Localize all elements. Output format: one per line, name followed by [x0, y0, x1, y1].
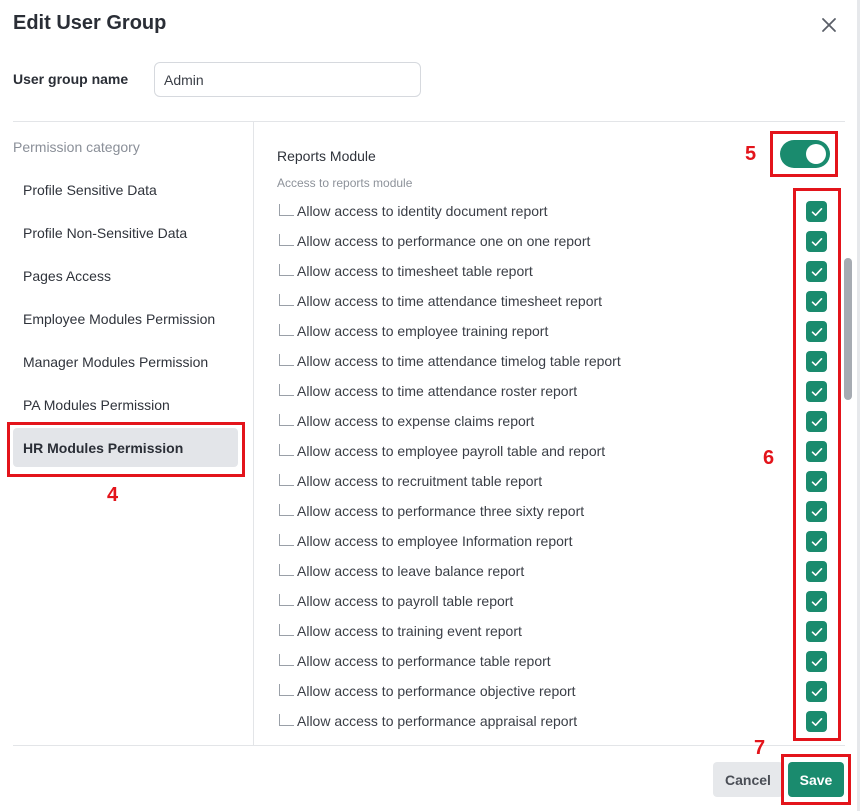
tree-connector-icon — [277, 684, 297, 698]
permission-label: Allow access to expense claims report — [297, 413, 535, 429]
permission-label: Allow access to leave balance report — [297, 563, 525, 579]
tree-connector-icon — [277, 444, 297, 458]
tree-connector-icon — [277, 504, 297, 518]
cancel-button[interactable]: Cancel — [713, 762, 783, 797]
permission-row: Allow access to performance one on one r… — [277, 226, 837, 256]
annotation-number-5: 5 — [745, 143, 757, 165]
tree-connector-icon — [277, 234, 297, 248]
permission-row: Allow access to performance table report — [277, 646, 837, 676]
permission-label: Allow access to performance table report — [297, 653, 551, 669]
category-pa-modules-permission[interactable]: PA Modules Permission — [13, 385, 238, 424]
annotation-number-7: 7 — [754, 737, 766, 759]
annotation-number-4: 4 — [107, 484, 119, 506]
permission-row: Allow access to leave balance report — [277, 556, 837, 586]
tree-connector-icon — [277, 264, 297, 278]
module-title: Reports Module — [277, 148, 376, 164]
tree-connector-icon — [277, 414, 297, 428]
tree-connector-icon — [277, 714, 297, 728]
user-group-name-label: User group name — [13, 71, 129, 87]
permission-row: Allow access to time attendance timeshee… — [277, 286, 837, 316]
scrollbar-thumb[interactable] — [844, 258, 852, 400]
tree-connector-icon — [277, 294, 297, 308]
tree-connector-icon — [277, 204, 297, 218]
annotation-box-5 — [770, 131, 838, 177]
dialog-title: Edit User Group — [13, 12, 167, 34]
permission-row: Allow access to employee payroll table a… — [277, 436, 837, 466]
permission-row: Allow access to expense claims report — [277, 406, 837, 436]
permission-label: Allow access to timesheet table report — [297, 263, 533, 279]
permission-row: Allow access to identity document report — [277, 196, 837, 226]
scrollbar-track[interactable] — [841, 128, 853, 738]
permission-label: Allow access to time attendance timeshee… — [297, 293, 603, 309]
bottom-divider — [13, 745, 845, 746]
close-button[interactable] — [814, 10, 844, 40]
permission-label: Allow access to identity document report — [297, 203, 548, 219]
permission-row: Allow access to employee training report — [277, 316, 837, 346]
permission-label: Allow access to performance objective re… — [297, 683, 576, 699]
category-employee-modules-permission[interactable]: Employee Modules Permission — [13, 299, 238, 338]
tree-connector-icon — [277, 564, 297, 578]
tree-connector-icon — [277, 654, 297, 668]
permission-label: Allow access to recruitment table report — [297, 473, 543, 489]
category-pages-access[interactable]: Pages Access — [13, 256, 238, 295]
permission-label: Allow access to training event report — [297, 623, 522, 639]
permission-row: Allow access to performance appraisal re… — [277, 706, 837, 736]
annotation-box-6 — [793, 188, 841, 741]
category-manager-modules-permission[interactable]: Manager Modules Permission — [13, 342, 238, 381]
category-profile-sensitive-data[interactable]: Profile Sensitive Data — [13, 170, 238, 209]
permission-row: Allow access to timesheet table report — [277, 256, 837, 286]
permission-row: Allow access to performance objective re… — [277, 676, 837, 706]
tree-connector-icon — [277, 384, 297, 398]
permission-row: Allow access to employee Information rep… — [277, 526, 837, 556]
permission-row: Allow access to recruitment table report — [277, 466, 837, 496]
permission-row: Allow access to payroll table report — [277, 586, 837, 616]
annotation-box-4 — [7, 422, 245, 477]
permission-row: Allow access to time attendance roster r… — [277, 376, 837, 406]
tree-connector-icon — [277, 534, 297, 548]
tree-connector-icon — [277, 354, 297, 368]
permission-label: Allow access to employee Information rep… — [297, 533, 573, 549]
tree-connector-icon — [277, 474, 297, 488]
panel-divider — [253, 122, 254, 745]
user-group-name-input[interactable] — [154, 62, 421, 97]
tree-connector-icon — [277, 324, 297, 338]
permission-row: Allow access to time attendance timelog … — [277, 346, 837, 376]
edit-user-group-dialog: Edit User Group User group name Permissi… — [0, 0, 860, 811]
permission-label: Allow access to performance one on one r… — [297, 233, 591, 249]
annotation-box-7 — [781, 754, 851, 805]
permission-row: Allow access to performance three sixty … — [277, 496, 837, 526]
tree-connector-icon — [277, 624, 297, 638]
permission-label: Allow access to time attendance timelog … — [297, 353, 621, 369]
tree-connector-icon — [277, 594, 297, 608]
annotation-number-6: 6 — [763, 447, 775, 469]
permission-label: Allow access to performance three sixty … — [297, 503, 585, 519]
module-subtitle: Access to reports module — [277, 176, 413, 190]
permission-category-heading: Permission category — [13, 139, 140, 155]
permission-label: Allow access to performance appraisal re… — [297, 713, 578, 729]
close-icon — [822, 18, 836, 32]
permission-row: Allow access to training event report — [277, 616, 837, 646]
category-profile-non-sensitive-data[interactable]: Profile Non-Sensitive Data — [13, 213, 238, 252]
permission-label: Allow access to employee training report — [297, 323, 549, 339]
top-divider — [13, 121, 845, 122]
permission-list: Allow access to identity document report… — [277, 196, 837, 736]
permission-label: Allow access to time attendance roster r… — [297, 383, 578, 399]
permission-label: Allow access to employee payroll table a… — [297, 443, 606, 459]
permission-label: Allow access to payroll table report — [297, 593, 514, 609]
